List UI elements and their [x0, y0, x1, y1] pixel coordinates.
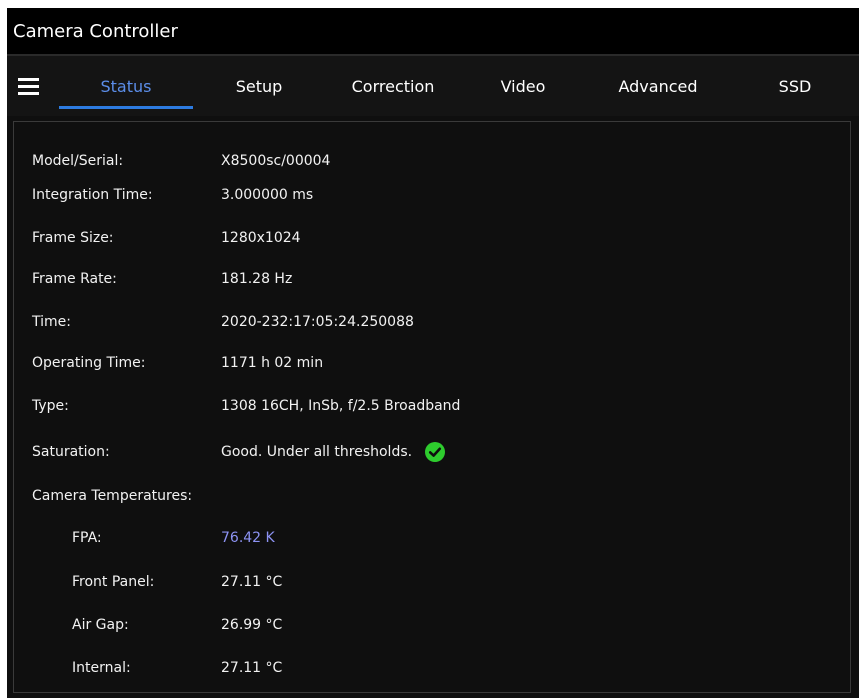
internal-label: Internal:: [72, 660, 131, 676]
saturation-text: Good. Under all thresholds.: [221, 444, 413, 460]
frame-size-value: 1280x1024: [221, 230, 301, 246]
model-serial-value: X8500sc/00004: [221, 153, 331, 169]
saturation-label: Saturation:: [32, 444, 110, 460]
window-title: Camera Controller: [7, 8, 859, 56]
front-panel-value: 27.11 °C: [221, 574, 283, 590]
camera-temperatures-heading: Camera Temperatures:: [32, 488, 193, 504]
integration-time-label: Integration Time:: [32, 187, 153, 203]
tab-ssd[interactable]: SSD: [731, 56, 859, 116]
tab-bar: Status Setup Correction Video Advanced S…: [7, 56, 859, 116]
frame-rate-label: Frame Rate:: [32, 271, 117, 287]
tab-correction[interactable]: Correction: [325, 56, 461, 116]
front-panel-label: Front Panel:: [72, 574, 155, 590]
saturation-value: Good. Under all thresholds.: [221, 440, 446, 464]
tab-advanced[interactable]: Advanced: [585, 56, 731, 116]
frame-rate-value: 181.28 Hz: [221, 271, 293, 287]
camera-controller-window: Camera Controller Status Setup Correctio…: [7, 8, 859, 698]
status-panel: Model/Serial: X8500sc/00004 Integration …: [13, 121, 851, 693]
fpa-value: 76.42 K: [221, 530, 275, 546]
tab-setup[interactable]: Setup: [193, 56, 325, 116]
operating-time-label: Operating Time:: [32, 355, 146, 371]
time-label: Time:: [32, 314, 71, 330]
type-value: 1308 16CH, InSb, f/2.5 Broadband: [221, 398, 461, 414]
time-value: 2020-232:17:05:24.250088: [221, 314, 414, 330]
tab-video[interactable]: Video: [461, 56, 585, 116]
integration-time-value: 3.000000 ms: [221, 187, 314, 203]
air-gap-label: Air Gap:: [72, 617, 129, 633]
operating-time-value: 1171 h 02 min: [221, 355, 324, 371]
model-serial-label: Model/Serial:: [32, 153, 124, 169]
tab-status[interactable]: Status: [59, 56, 193, 116]
fpa-label: FPA:: [72, 530, 102, 546]
internal-value: 27.11 °C: [221, 660, 283, 676]
air-gap-value: 26.99 °C: [221, 617, 283, 633]
hamburger-menu-icon[interactable]: [7, 56, 59, 116]
frame-size-label: Frame Size:: [32, 230, 114, 246]
check-circle-icon: [425, 442, 446, 462]
type-label: Type:: [32, 398, 69, 414]
